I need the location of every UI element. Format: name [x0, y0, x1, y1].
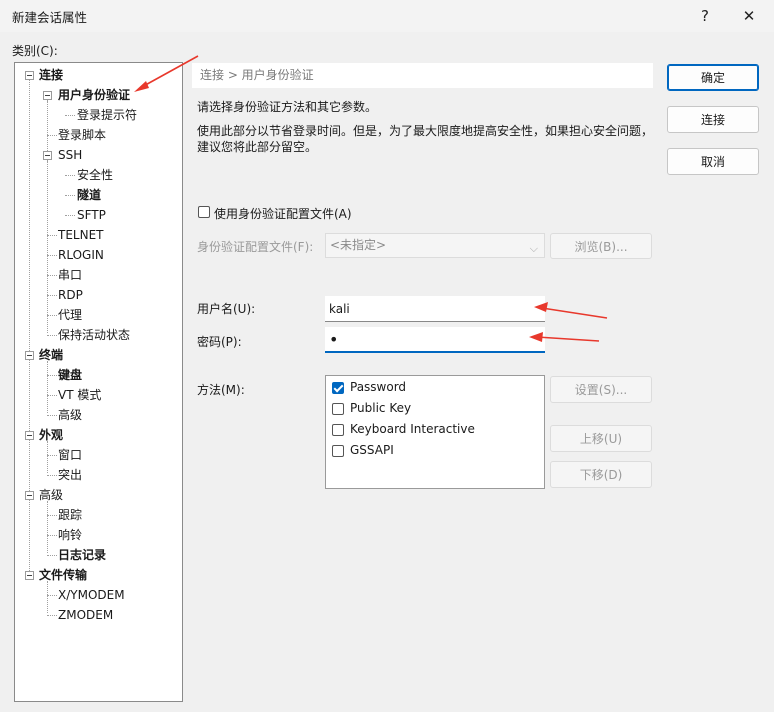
- annotation-arrows: [134, 55, 608, 342]
- arrow-username-icon: [534, 302, 608, 319]
- arrow-password-icon: [529, 332, 600, 342]
- arrow-user-auth-icon: [134, 55, 199, 92]
